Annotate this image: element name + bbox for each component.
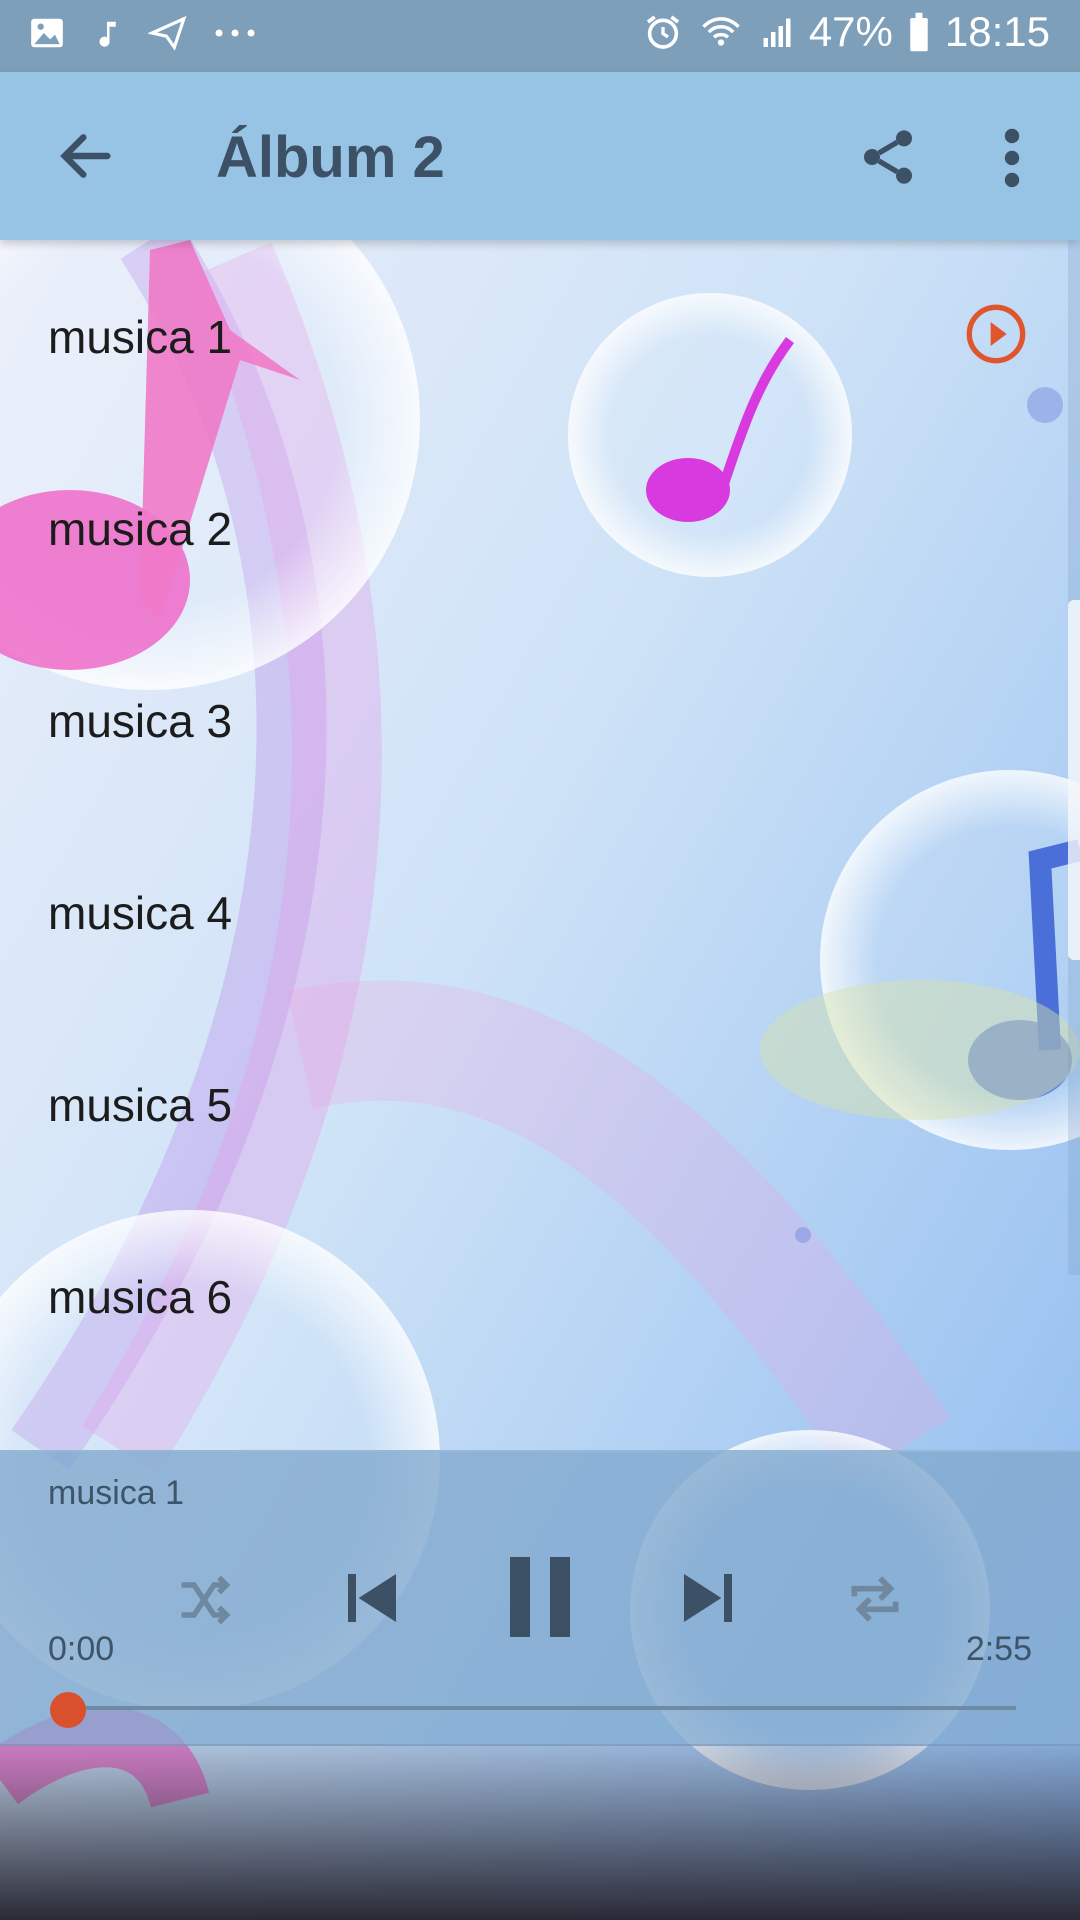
now-playing-title: musica 1: [48, 1474, 185, 1512]
track-title: musica 2: [48, 503, 233, 555]
track-row[interactable]: musica 1: [0, 240, 1068, 432]
track-title: musica 4: [48, 887, 233, 939]
track-row[interactable]: musica 2: [0, 432, 1068, 624]
track-title: musica 1: [48, 311, 233, 363]
music-note-icon: [99, 21, 116, 47]
back-arrow-icon[interactable]: [54, 124, 118, 188]
background-footer: [0, 1744, 1080, 1920]
send-icon: [148, 15, 187, 51]
track-title: musica 6: [48, 1271, 233, 1323]
track-row[interactable]: musica 4: [0, 816, 1068, 1008]
alarm-icon: [646, 15, 679, 49]
seek-bar[interactable]: [66, 1706, 1016, 1710]
track-row[interactable]: musica 3: [0, 624, 1068, 816]
scrollbar-thumb[interactable]: [1068, 600, 1080, 960]
track-title: musica 3: [48, 695, 233, 747]
previous-icon[interactable]: [340, 1562, 404, 1634]
status-bar: 47% 18:15: [0, 0, 1080, 72]
wifi-icon: [702, 17, 740, 46]
signal-icon: [763, 18, 791, 47]
seek-thumb[interactable]: [50, 1692, 86, 1728]
track-list: musica 1 musica 2 musica 3 musica 4 musi…: [0, 240, 1068, 1450]
total-duration: 2:55: [965, 1630, 1032, 1668]
image-icon: [31, 18, 63, 48]
battery-percentage: 47%: [808, 8, 893, 55]
app-bar: Álbum 2: [0, 72, 1080, 240]
more-dots-icon: [215, 29, 255, 37]
share-icon[interactable]: [856, 122, 920, 192]
track-row[interactable]: musica 5: [0, 1008, 1068, 1200]
shuffle-icon[interactable]: [174, 1570, 234, 1630]
page-title: Álbum 2: [216, 125, 445, 190]
track-title: musica 5: [48, 1079, 233, 1131]
player-panel: musica 1 0:00 2:55: [0, 1450, 1080, 1746]
battery-icon: [910, 12, 928, 52]
more-vertical-icon[interactable]: [996, 128, 1028, 188]
repeat-icon[interactable]: [844, 1568, 906, 1630]
playing-indicator-icon[interactable]: [964, 302, 1028, 366]
next-icon[interactable]: [676, 1562, 740, 1634]
pause-icon[interactable]: [500, 1552, 580, 1642]
elapsed-time: 0:00: [48, 1630, 115, 1668]
clock: 18:15: [944, 8, 1050, 55]
track-row[interactable]: musica 6: [0, 1200, 1068, 1392]
